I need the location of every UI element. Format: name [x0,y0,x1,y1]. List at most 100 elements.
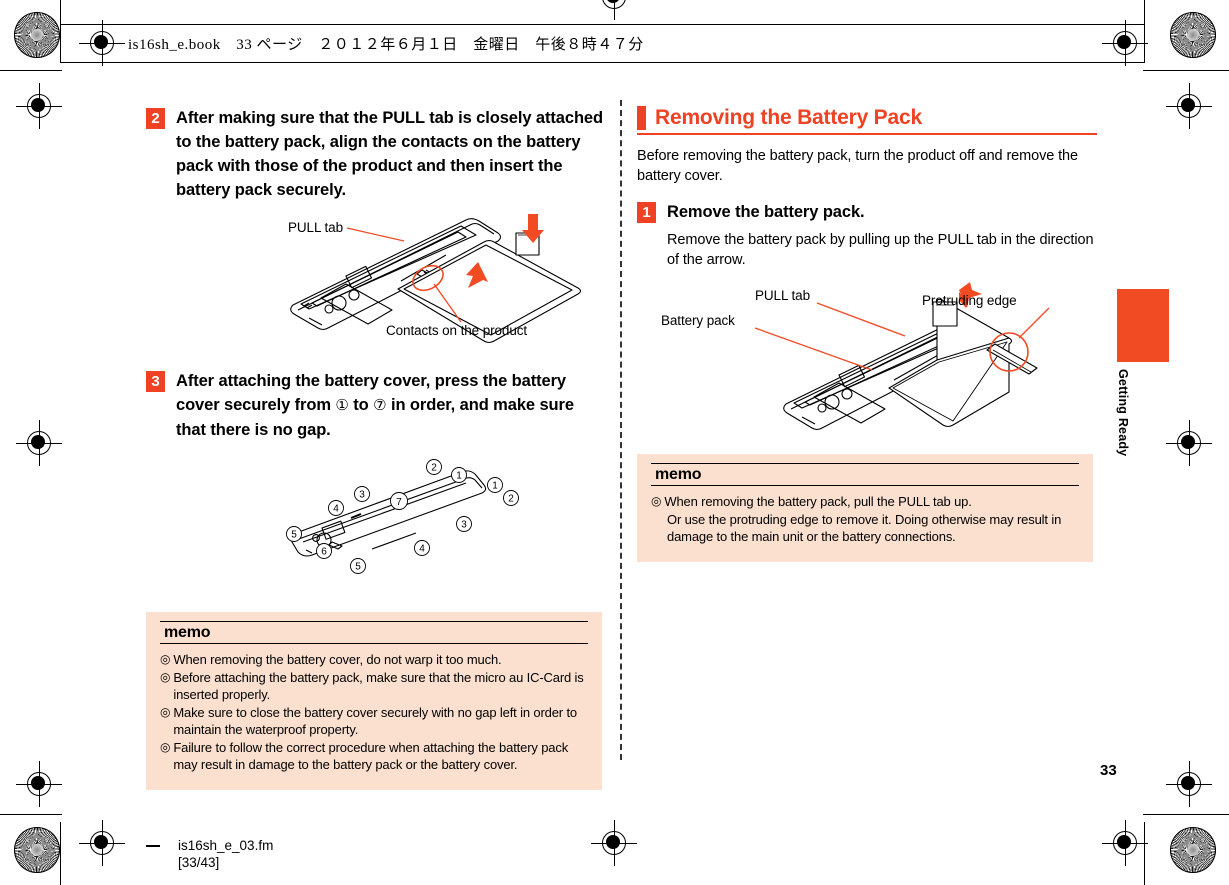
footer-filename: is16sh_e_03.fm [178,838,274,853]
footer-block: is16sh_e_03.fm [33/43] [178,837,273,871]
registration-star-bottom-right [1170,827,1216,873]
memo-list-item: ◎ Failure to follow the correct procedur… [160,739,588,773]
svg-text:7: 7 [396,497,402,508]
memo-item-text: Make sure to close the battery cover sec… [173,705,577,737]
step-2-text: After making sure that the PULL tab is c… [176,109,603,199]
registration-cross-top-center [591,0,637,20]
double-circle-icon: ◎ [160,670,171,684]
registration-star-top-left [14,12,60,58]
step-3-text-part2: to [348,396,374,414]
header-rule-top [60,24,1145,25]
registration-cross-bottom-right [1102,820,1148,866]
registration-cross-right-upper [1166,83,1212,129]
memo-item-text: Failure to follow the correct procedure … [173,740,569,772]
section-thumb-tab [1117,289,1169,362]
header-rule-bottom [60,62,1145,63]
figure3-label-pull-tab: PULL tab [755,287,810,303]
double-circle-icon: ◎ [160,740,171,754]
svg-text:5: 5 [291,530,297,541]
registration-star-bottom-left [14,827,60,873]
trim-rule-top-left-v [60,0,61,62]
svg-text:5: 5 [355,562,361,573]
figure1-label-pull-tab: PULL tab [288,220,343,235]
memo-item-text: Before attaching the battery pack, make … [173,670,584,702]
double-circle-icon: ◎ [160,705,171,719]
footer-dash [146,845,160,847]
figure-insert-battery-pack-svg [290,214,582,344]
registration-cross-right-lower [1166,761,1212,807]
registration-cross-bottom-center [591,820,637,866]
memo-item-text: When removing the battery pack, pull the… [664,493,972,509]
double-circle-icon: ◎ [651,493,662,508]
step-3-text: After attaching the battery cover, press… [176,369,606,442]
column-divider [620,100,622,760]
svg-text:3: 3 [461,520,467,531]
memo-list-item: ◎ When removing the battery cover, do no… [160,651,588,668]
page-number: 33 [1100,762,1117,779]
section-title: Removing the Battery Pack [655,106,922,129]
footer-page-range: [33/43] [178,855,220,870]
step-1: 1 Remove the battery pack. [637,200,1097,224]
section-underline [637,133,1097,135]
step-2: 2 After making sure that the PULL tab is… [146,106,606,202]
step-1-badge: 1 [637,201,656,223]
trim-rule-bottom-right-h [1143,814,1229,815]
svg-text:4: 4 [419,544,425,555]
section-thumb-tab-label: Getting Ready [1116,369,1130,457]
figure-battery-cover-press-points: 2 1 1 2 3 4 5 6 5 4 3 7 [146,454,606,584]
section-heading: Removing the Battery Pack [637,106,1097,130]
step-3: 3 After attaching the battery cover, pre… [146,369,606,442]
registration-cross-left-middle [16,420,62,466]
memo-list-item: ◎ Make sure to close the battery cover s… [160,704,588,738]
step-3-circled-last: ⑦ [373,397,387,414]
svg-text:2: 2 [431,463,437,474]
registration-cross-top-left [79,20,125,66]
registration-cross-bottom-left [79,820,125,866]
svg-text:1: 1 [456,471,462,482]
memo-right-items: ◎ When removing the battery pack, pull t… [651,493,1079,545]
step-2-badge: 2 [146,108,165,129]
double-circle-icon: ◎ [160,652,171,666]
memo-list-item: ◎ Before attaching the battery pack, mak… [160,669,588,703]
registration-cross-left-upper [16,83,62,129]
document-header-line: is16sh_e.book 33 ページ ２０１２年６月１日 金曜日 午後８時４… [128,37,644,53]
trim-rule-bottom-left-v [60,822,61,885]
step-3-circled-first: ① [335,397,349,414]
memo-box-right: memo ◎ When removing the battery pack, p… [637,453,1093,562]
memo-list-item: Or use the protruding edge to remove it.… [667,511,1079,545]
trim-rule-top-right-v [1144,0,1145,62]
section-intro-text: Before removing the battery pack, turn t… [637,147,1078,184]
figure-insert-battery-pack: PULL tab Contacts on the product [146,210,606,355]
trim-rule-top-right-h [1143,70,1229,71]
figure-press-points-svg: 2 1 1 2 3 4 5 6 5 4 3 7 [286,459,519,574]
figure-remove-battery-pack-svg [754,281,1050,430]
svg-text:3: 3 [359,490,365,501]
memo-list-item: ◎ When removing the battery pack, pull t… [651,493,1079,510]
memo-right-title: memo [651,462,1079,486]
registration-cross-left-lower [16,761,62,807]
memo-left-items: ◎ When removing the battery cover, do no… [160,651,588,773]
memo-left-title: memo [160,621,588,644]
trim-rule-bottom-right-v [1144,822,1145,885]
registration-star-top-right [1170,12,1216,58]
step-1-heading: Remove the battery pack. [667,202,865,221]
registration-cross-top-right [1102,20,1148,66]
step-1-detail: Remove the battery pack by pulling up th… [667,231,1094,268]
left-column: 2 After making sure that the PULL tab is… [146,106,606,790]
svg-text:1: 1 [492,481,498,492]
section-accent-bar [637,106,646,130]
svg-text:6: 6 [321,547,327,558]
right-column: Removing the Battery Pack Before removin… [637,106,1097,562]
svg-text:2: 2 [508,494,514,505]
figure1-label-contacts: Contacts on the product [386,323,528,338]
memo-item-text: When removing the battery cover, do not … [173,652,502,667]
figure-remove-battery-pack: PULL tab Protruding edge Battery pack [637,280,1097,440]
svg-text:4: 4 [333,504,339,515]
memo-item-text: Or use the protruding edge to remove it.… [667,511,1062,544]
step-3-badge: 3 [146,371,165,392]
trim-rule-bottom-left-h [0,814,62,815]
figure3-label-battery-pack: Battery pack [661,312,735,328]
memo-box-left: memo ◎ When removing the battery cover, … [146,612,602,790]
trim-rule-top-left-h [0,70,62,71]
registration-cross-right-middle [1166,420,1212,466]
